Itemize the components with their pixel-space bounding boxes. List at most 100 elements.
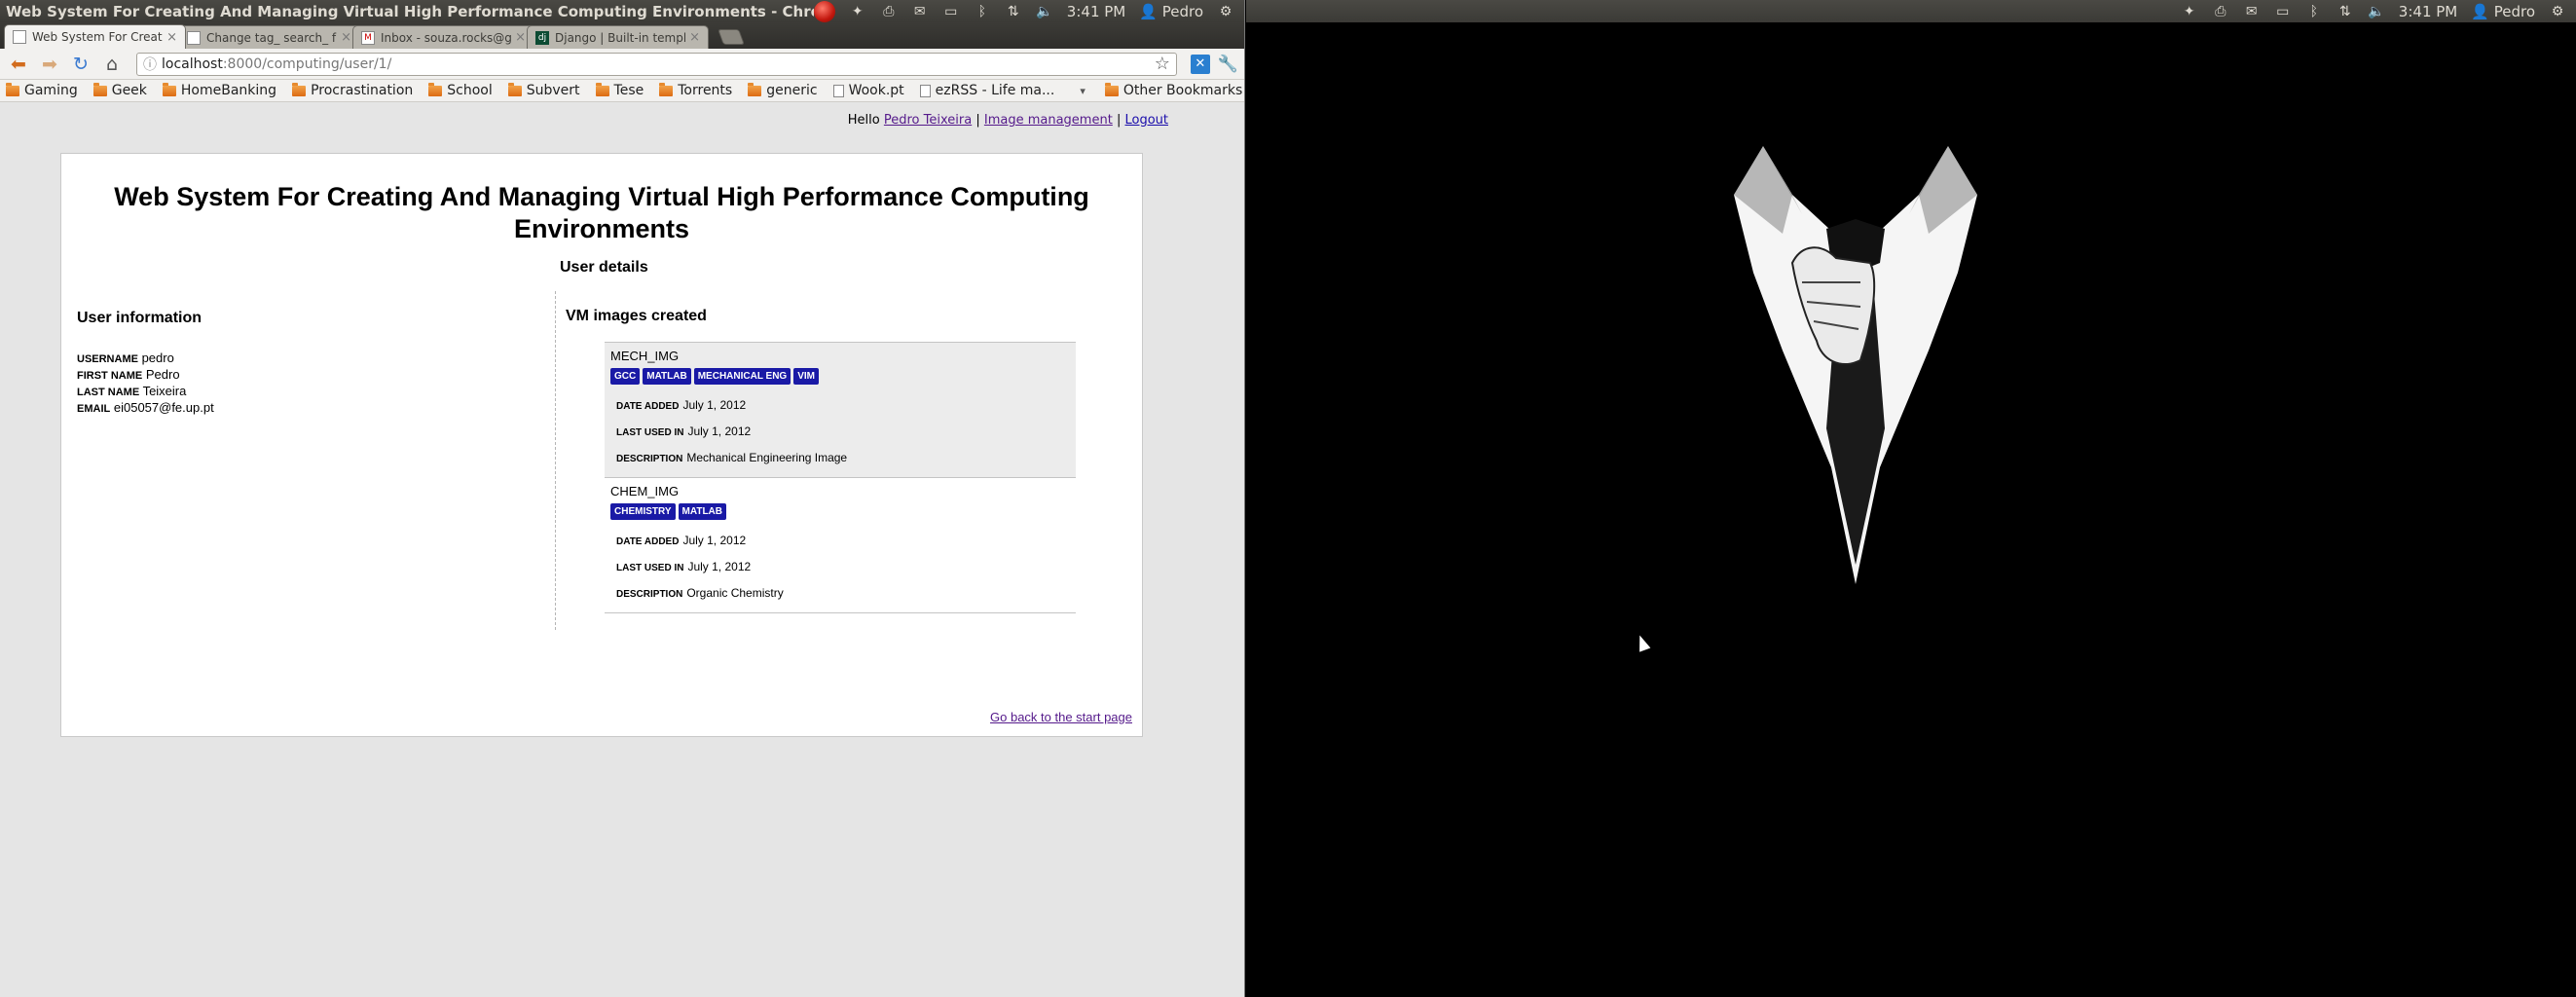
username-value: pedro bbox=[141, 351, 174, 365]
battery-icon[interactable]: ▭ bbox=[2274, 5, 2292, 18]
last-name-value: Teixeira bbox=[142, 384, 187, 398]
separator: | bbox=[975, 113, 980, 128]
bookmark-folder-subvert[interactable]: Subvert bbox=[507, 82, 580, 98]
page-viewport: Hello Pedro Teixeira | Image management … bbox=[0, 103, 1244, 997]
column-divider bbox=[555, 291, 556, 630]
folder-icon bbox=[507, 82, 522, 96]
home-icon[interactable]: ⌂ bbox=[99, 53, 125, 76]
tab-inbox[interactable]: M Inbox - souza.rocks@gmai × bbox=[352, 25, 534, 49]
tag-badge[interactable]: MECHANICAL ENG bbox=[693, 368, 791, 385]
bookmark-page[interactable]: Wook.pt bbox=[832, 83, 904, 98]
page-icon bbox=[832, 84, 844, 97]
close-icon[interactable]: × bbox=[341, 30, 351, 45]
right-monitor: ✦ ⎙ ✉ ▭ ᛒ ⇅ 🔈 3:41 PM 👤 Pedro ⚙ bbox=[1246, 0, 2576, 997]
user-information-heading: User information bbox=[77, 310, 202, 326]
tag-badge[interactable]: GCC bbox=[610, 368, 641, 385]
printer-icon[interactable]: ⎙ bbox=[2212, 5, 2229, 18]
gmail-icon: M bbox=[361, 30, 375, 45]
bookmark-label: ezRSS - Life ma... bbox=[935, 83, 1055, 98]
bookmark-folder-torrents[interactable]: Torrents bbox=[659, 82, 732, 98]
bookmark-folder-generic[interactable]: generic bbox=[748, 82, 818, 98]
field-label: Description bbox=[616, 589, 683, 600]
bluetooth-icon[interactable]: ᛒ bbox=[974, 5, 991, 18]
dropbox-icon[interactable]: ✦ bbox=[2181, 5, 2198, 18]
bookmark-star-icon[interactable]: ☆ bbox=[1155, 54, 1170, 74]
clock[interactable]: 3:41 PM bbox=[1067, 3, 1125, 20]
extension-icon[interactable]: ✕ bbox=[1190, 54, 1210, 74]
left-monitor: Web System For Creating And Managing Vir… bbox=[0, 0, 1245, 997]
image-management-link[interactable]: Image management bbox=[984, 113, 1113, 128]
tag-list: CHEMISTRY MATLAB bbox=[610, 503, 1070, 520]
vm-image-list: MECH_IMG GCC MATLAB MECHANICAL ENG VIM D… bbox=[605, 342, 1076, 613]
close-icon[interactable]: × bbox=[515, 30, 526, 45]
forward-arrow-icon[interactable]: ➡ bbox=[37, 53, 62, 76]
vm-image-item[interactable]: CHEM_IMG CHEMISTRY MATLAB Date added July… bbox=[605, 477, 1076, 613]
window-title: Web System For Creating And Managing Vir… bbox=[6, 2, 814, 20]
volume-icon[interactable]: 🔈 bbox=[2368, 5, 2385, 18]
system-tray: ✦ ⎙ ✉ ▭ ᛒ ⇅ 🔈 3:41 PM 👤 Pedro ⚙ bbox=[813, 0, 1244, 22]
wrench-menu-icon[interactable]: 🔧 bbox=[1218, 55, 1238, 74]
dropbox-icon[interactable]: ✦ bbox=[849, 5, 866, 18]
page-info-icon[interactable]: ⓘ bbox=[143, 55, 157, 74]
tab-django[interactable]: dj Django | Built-in template × bbox=[527, 25, 709, 49]
bookmark-folder-homebanking[interactable]: HomeBanking bbox=[162, 82, 276, 98]
user-menu[interactable]: 👤 Pedro bbox=[2471, 3, 2535, 20]
back-arrow-icon[interactable]: ⬅ bbox=[6, 53, 31, 76]
network-icon[interactable]: ⇅ bbox=[2337, 5, 2354, 18]
bluetooth-icon[interactable]: ᛒ bbox=[2305, 5, 2323, 18]
tab-title: Django | Built-in template bbox=[555, 30, 686, 45]
reload-icon[interactable]: ↻ bbox=[68, 53, 93, 76]
field-label: Description bbox=[616, 454, 683, 464]
bookmarks-overflow-chevron-icon[interactable]: ▾ bbox=[1080, 85, 1086, 97]
volume-icon[interactable]: 🔈 bbox=[1036, 5, 1053, 18]
bookmark-page[interactable]: ezRSS - Life ma... bbox=[919, 83, 1055, 98]
logout-link[interactable]: Logout bbox=[1124, 113, 1168, 128]
username-row: Username pedro bbox=[77, 351, 544, 367]
back-to-start-link[interactable]: Go back to the start page bbox=[990, 710, 1132, 724]
mail-icon[interactable]: ✉ bbox=[2243, 5, 2261, 18]
user-information-section: User information Username pedro First na… bbox=[77, 310, 544, 417]
bookmark-folder-gaming[interactable]: Gaming bbox=[6, 82, 78, 98]
clock[interactable]: 3:41 PM bbox=[2399, 3, 2457, 20]
email-row: Email ei05057@fe.up.pt bbox=[77, 400, 544, 417]
mouse-cursor-icon bbox=[1634, 633, 1651, 652]
close-icon[interactable]: × bbox=[689, 30, 700, 45]
tag-badge[interactable]: VIM bbox=[793, 368, 819, 385]
app-indicator-icon[interactable] bbox=[813, 0, 835, 22]
network-icon[interactable]: ⇅ bbox=[1005, 5, 1022, 18]
tag-badge[interactable]: CHEMISTRY bbox=[610, 503, 676, 520]
bookmark-label: Procrastination bbox=[311, 83, 414, 98]
battery-icon[interactable]: ▭ bbox=[942, 5, 960, 18]
suit-and-tie-wallpaper bbox=[1734, 146, 1977, 584]
bookmark-folder-tese[interactable]: Tese bbox=[595, 82, 644, 98]
page-title: Web System For Creating And Managing Vir… bbox=[114, 182, 1089, 243]
page-favicon-icon bbox=[187, 30, 201, 45]
vm-image-item[interactable]: MECH_IMG GCC MATLAB MECHANICAL ENG VIM D… bbox=[605, 342, 1076, 477]
session-gear-icon[interactable]: ⚙ bbox=[1217, 5, 1234, 18]
session-gear-icon[interactable]: ⚙ bbox=[2549, 5, 2566, 18]
folder-icon bbox=[595, 82, 609, 96]
user-profile-link[interactable]: Pedro Teixeira bbox=[884, 113, 972, 128]
user-menu[interactable]: 👤 Pedro bbox=[1139, 3, 1203, 20]
tag-badge[interactable]: MATLAB bbox=[678, 503, 727, 520]
mail-icon[interactable]: ✉ bbox=[911, 5, 929, 18]
new-tab-button[interactable] bbox=[718, 29, 745, 45]
bookmark-folder-school[interactable]: School bbox=[428, 82, 493, 98]
tab-change-tag[interactable]: Change tag_ search_ freq × bbox=[178, 25, 360, 49]
tab-web-system[interactable]: Web System For Creating × bbox=[4, 24, 186, 49]
tag-badge[interactable]: MATLAB bbox=[643, 368, 691, 385]
printer-icon[interactable]: ⎙ bbox=[880, 5, 898, 18]
address-bar[interactable]: ⓘ localhost:8000/computing/user/1/ ☆ bbox=[136, 52, 1177, 76]
close-icon[interactable]: × bbox=[166, 30, 177, 45]
page-icon bbox=[919, 84, 931, 97]
bookmark-folder-geek[interactable]: Geek bbox=[92, 82, 147, 98]
django-icon: dj bbox=[535, 30, 549, 45]
bookmark-folder-procrastination[interactable]: Procrastination bbox=[292, 82, 414, 98]
url-path: :8000/computing/user/1/ bbox=[222, 55, 392, 72]
tab-title: Web System For Creating bbox=[32, 30, 163, 44]
bookmark-label: Tese bbox=[613, 83, 644, 98]
bookmark-other[interactable]: Other Bookmarks bbox=[1104, 82, 1242, 98]
separator: | bbox=[1116, 113, 1122, 128]
field-label: First name bbox=[77, 370, 143, 382]
top-panel-right: ✦ ⎙ ✉ ▭ ᛒ ⇅ 🔈 3:41 PM 👤 Pedro ⚙ bbox=[1246, 0, 2576, 22]
